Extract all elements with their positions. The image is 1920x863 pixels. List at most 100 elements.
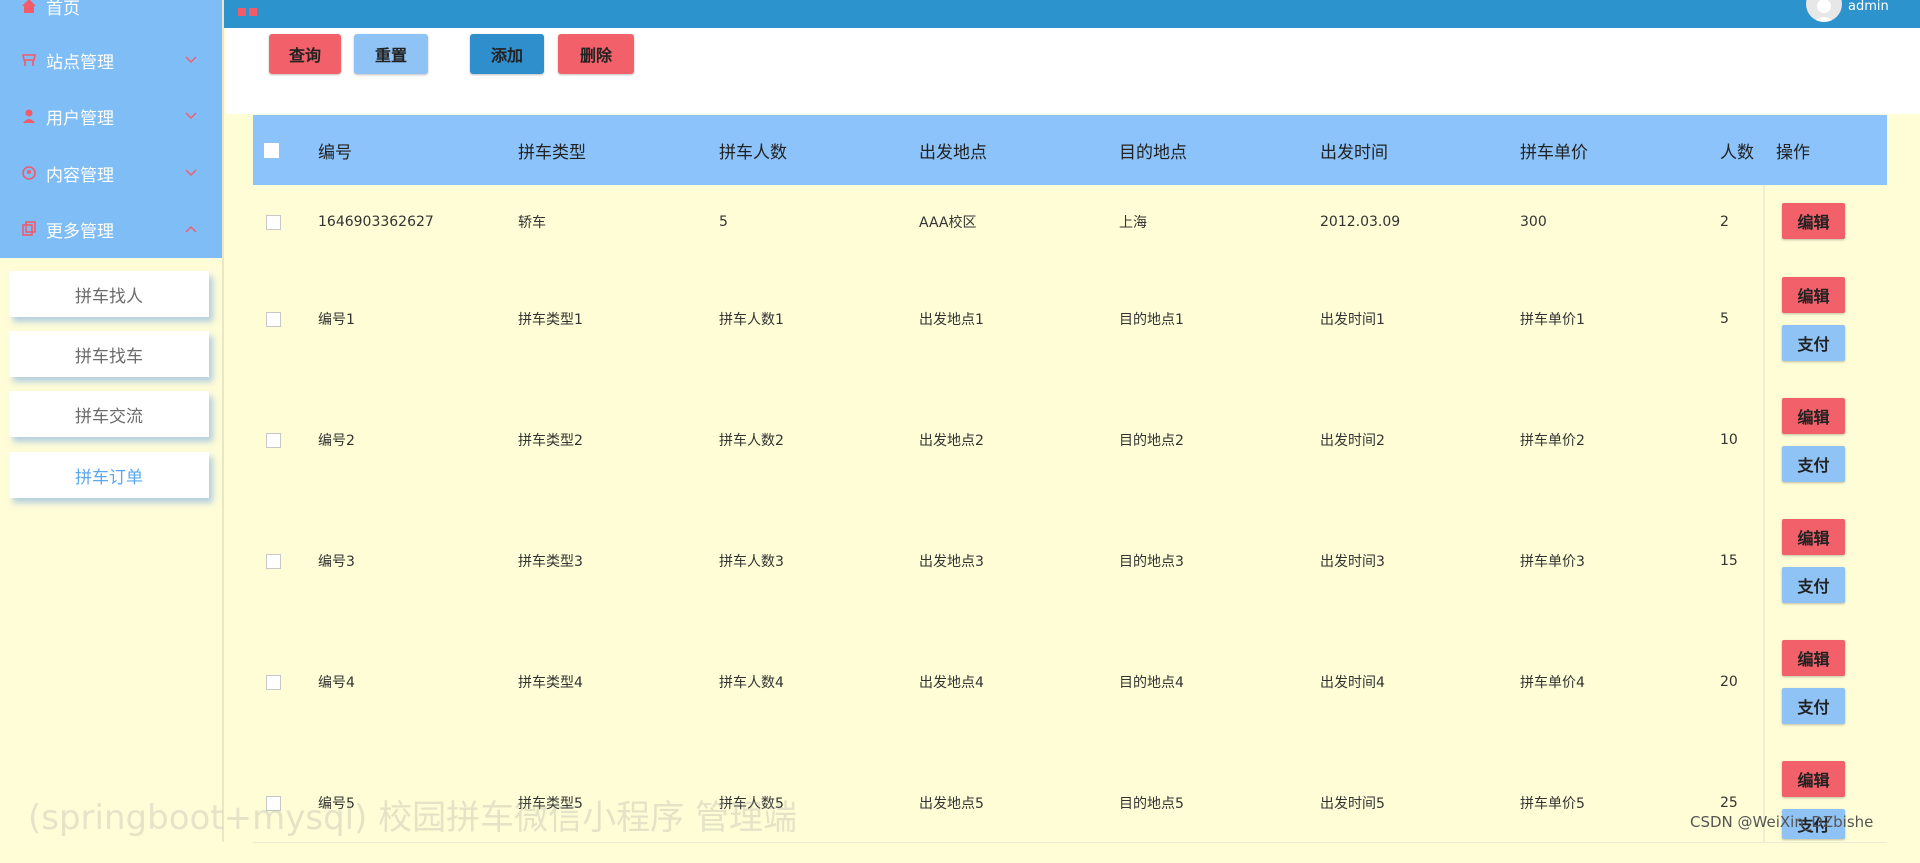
top-header: admin [224, 0, 1920, 28]
reset-button[interactable]: 重置 [354, 34, 428, 74]
cell-price: 300 [1520, 213, 1547, 230]
cell-time: 2012.03.09 [1320, 213, 1401, 230]
cell-type: 拼车类型3 [518, 553, 583, 570]
edit-button[interactable]: 编辑 [1782, 519, 1845, 555]
cell-time: 出发时间5 [1320, 795, 1385, 812]
video-caption: (springboot+mysql) 校园拼车微信小程序 管理端 [28, 798, 797, 838]
edit-button[interactable]: 编辑 [1782, 640, 1845, 676]
pay-button[interactable]: 支付 [1782, 688, 1845, 724]
submenu-item-label: 拼车找车 [75, 346, 143, 367]
edit-button[interactable]: 编辑 [1782, 277, 1845, 313]
cell-from: 出发地点2 [919, 432, 984, 449]
column-divider [1763, 621, 1765, 742]
edit-button[interactable]: 编辑 [1782, 761, 1845, 797]
column-header-time[interactable]: 出发时间 [1320, 115, 1388, 185]
chevron-down-icon [184, 109, 198, 123]
submenu-item-carpool-exchange[interactable]: 拼车交流 [9, 391, 209, 437]
username-label[interactable]: admin [1848, 0, 1889, 14]
cell-seats: 拼车人数2 [719, 432, 784, 449]
sidebar-item-site-management[interactable]: 站点管理 [0, 32, 222, 88]
column-header-people[interactable]: 人数 [1720, 115, 1754, 185]
edit-button[interactable]: 编辑 [1782, 398, 1845, 434]
sidebar-item-home[interactable]: 首页 [0, 0, 222, 34]
column-header-seats[interactable]: 拼车人数 [719, 115, 787, 185]
column-header-actions: 操作 [1776, 142, 1810, 163]
select-all-checkbox[interactable] [264, 143, 279, 158]
cell-seats: 5 [719, 213, 728, 230]
add-button[interactable]: 添加 [470, 34, 544, 74]
cell-time: 出发时间1 [1320, 311, 1385, 328]
pay-button[interactable]: 支付 [1782, 325, 1845, 361]
cell-type: 轿车 [518, 214, 546, 231]
table-row[interactable]: 编号3 拼车类型3 拼车人数3 出发地点3 目的地点3 出发时间3 拼车单价3 … [253, 500, 1887, 622]
avatar[interactable] [1806, 0, 1842, 22]
table-row[interactable]: 编号2 拼车类型2 拼车人数2 出发地点2 目的地点2 出发时间2 拼车单价2 … [253, 379, 1887, 501]
sidebar-item-label: 更多管理 [46, 221, 114, 242]
row-checkbox[interactable] [266, 215, 281, 230]
chevron-up-icon [184, 222, 198, 236]
sidebar-divider [222, 0, 224, 842]
cell-time: 出发时间4 [1320, 674, 1385, 691]
submenu-item-label: 拼车订单 [75, 467, 143, 488]
edit-button[interactable]: 编辑 [1782, 203, 1845, 239]
cell-time: 出发时间2 [1320, 432, 1385, 449]
column-divider [1763, 379, 1765, 500]
pay-button[interactable]: 支付 [1782, 446, 1845, 482]
cell-people: 20 [1720, 673, 1738, 690]
table-row[interactable]: 编号4 拼车类型4 拼车人数4 出发地点4 目的地点4 出发时间4 拼车单价4 … [253, 621, 1887, 743]
cell-people: 10 [1720, 431, 1738, 448]
cell-people: 25 [1720, 794, 1738, 811]
sidebar-item-user-management[interactable]: 用户管理 [0, 88, 222, 144]
sidebar: 首页 站点管理 用户管理 内容管理 更多管理 拼车找人 拼车找车 拼车交流 拼车… [0, 0, 222, 842]
cell-price: 拼车单价1 [1520, 311, 1585, 328]
cell-to: 目的地点2 [1119, 432, 1184, 449]
grid-icon[interactable] [238, 3, 258, 22]
cell-price: 拼车单价3 [1520, 553, 1585, 570]
more-icon [20, 220, 38, 238]
row-checkbox[interactable] [266, 433, 281, 448]
row-checkbox[interactable] [266, 554, 281, 569]
column-divider [1763, 258, 1765, 379]
column-header-to[interactable]: 目的地点 [1119, 115, 1187, 185]
watermark: CSDN @WeiXin_DZbishe [1690, 813, 1874, 831]
content-icon [20, 164, 38, 182]
table-row[interactable]: 1646903362627 轿车 5 AAA校区 上海 2012.03.09 3… [253, 185, 1887, 259]
submenu-item-label: 拼车交流 [75, 406, 143, 427]
row-checkbox[interactable] [266, 312, 281, 327]
cell-seats: 拼车人数3 [719, 553, 784, 570]
user-icon [20, 107, 38, 125]
column-header-price[interactable]: 拼车单价 [1520, 115, 1588, 185]
cell-to: 目的地点1 [1119, 311, 1184, 328]
cell-seats: 拼车人数1 [719, 311, 784, 328]
sidebar-item-more-management[interactable]: 更多管理 [0, 201, 222, 257]
column-header-from[interactable]: 出发地点 [919, 115, 987, 185]
cell-people: 5 [1720, 310, 1729, 327]
cell-id: 编号1 [318, 311, 355, 328]
cell-id: 1646903362627 [318, 213, 434, 230]
cell-to: 上海 [1119, 214, 1147, 231]
submenu-item-find-car[interactable]: 拼车找车 [9, 331, 209, 377]
pay-button[interactable]: 支付 [1782, 567, 1845, 603]
store-icon [20, 51, 38, 69]
column-header-type[interactable]: 拼车类型 [518, 115, 586, 185]
row-checkbox[interactable] [266, 675, 281, 690]
cell-type: 拼车类型4 [518, 674, 583, 691]
query-button[interactable]: 查询 [269, 34, 341, 74]
chevron-down-icon [184, 53, 198, 67]
submenu-item-find-people[interactable]: 拼车找人 [9, 271, 209, 317]
cell-from: 出发地点4 [919, 674, 984, 691]
cell-time: 出发时间3 [1320, 553, 1385, 570]
cell-price: 拼车单价5 [1520, 795, 1585, 812]
delete-button[interactable]: 删除 [558, 34, 634, 74]
submenu-item-carpool-orders[interactable]: 拼车订单 [9, 452, 209, 498]
table-row[interactable]: 编号1 拼车类型1 拼车人数1 出发地点1 目的地点1 出发时间1 拼车单价1 … [253, 258, 1887, 380]
sidebar-item-label: 站点管理 [46, 52, 114, 73]
cell-price: 拼车单价2 [1520, 432, 1585, 449]
column-header-id[interactable]: 编号 [318, 115, 352, 185]
sidebar-item-content-management[interactable]: 内容管理 [0, 145, 222, 201]
cell-type: 拼车类型2 [518, 432, 583, 449]
cell-from: 出发地点3 [919, 553, 984, 570]
cell-to: 目的地点4 [1119, 674, 1184, 691]
cell-from: AAA校区 [919, 214, 977, 231]
cell-from: 出发地点5 [919, 795, 984, 812]
